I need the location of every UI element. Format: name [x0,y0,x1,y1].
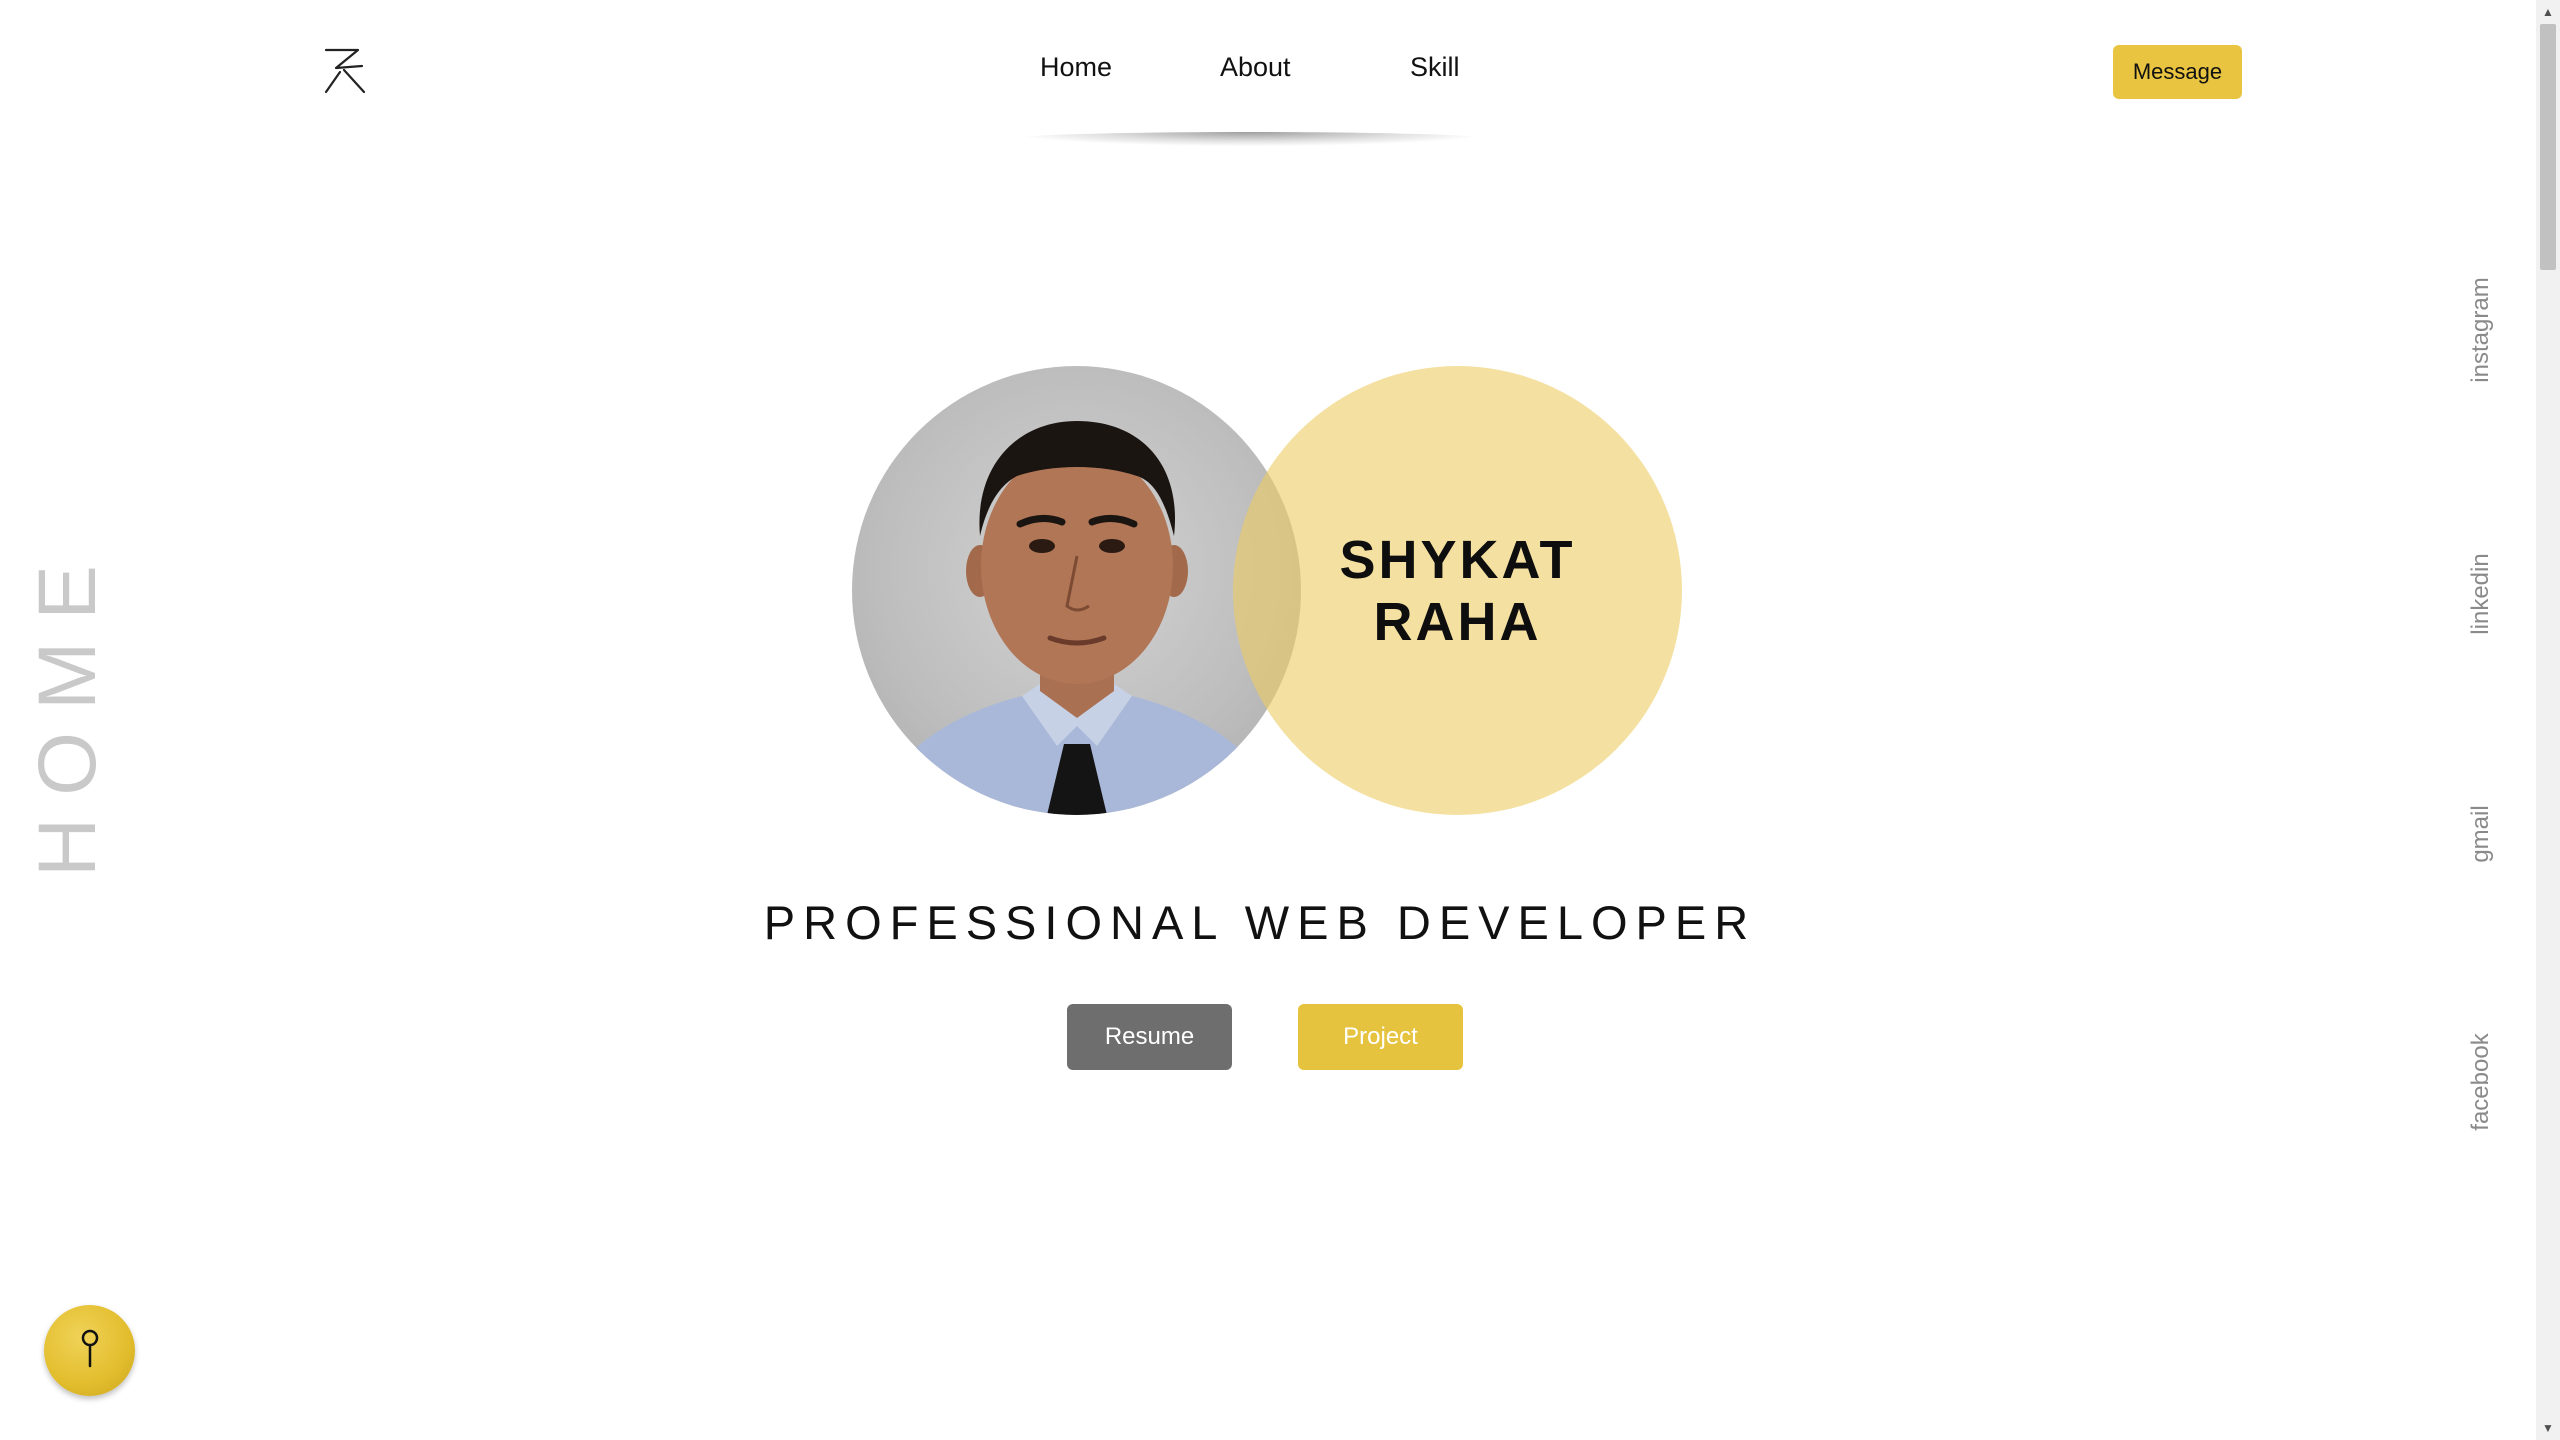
resume-button[interactable]: Resume [1067,1004,1232,1070]
main-nav: Home About Skill [1000,52,1520,92]
scroll-down-arrow-icon[interactable]: ▼ [2536,1416,2560,1440]
nav-skill[interactable]: Skill [1410,52,1460,83]
scroll-up-arrow-icon[interactable]: ▲ [2536,0,2560,24]
social-link-facebook[interactable]: facebook [2467,1033,2495,1130]
pin-icon [78,1328,102,1373]
floating-pin-button[interactable] [44,1305,135,1396]
social-link-linkedin[interactable]: linkedin [2467,553,2495,634]
project-button[interactable]: Project [1298,1004,1463,1070]
page: Home About Skill Message HOME instagram … [0,0,2536,1440]
signature-logo-icon[interactable] [322,46,368,96]
name-circle: SHYKAT RAHA [1233,366,1682,815]
nav-shadow [1010,132,1490,146]
nav-about[interactable]: About [1220,52,1291,83]
last-name: RAHA [1373,591,1542,652]
scrollbar[interactable]: ▲ ▼ [2536,0,2560,1440]
section-label: HOME [22,543,113,877]
scroll-thumb[interactable] [2540,24,2556,270]
social-link-gmail[interactable]: gmail [2467,805,2495,862]
first-name: SHYKAT [1339,529,1576,590]
message-button[interactable]: Message [2113,45,2242,99]
nav-home[interactable]: Home [1040,52,1112,83]
tagline: PROFESSIONAL WEB DEVELOPER [763,896,1757,949]
social-link-instagram[interactable]: instagram [2467,277,2495,382]
